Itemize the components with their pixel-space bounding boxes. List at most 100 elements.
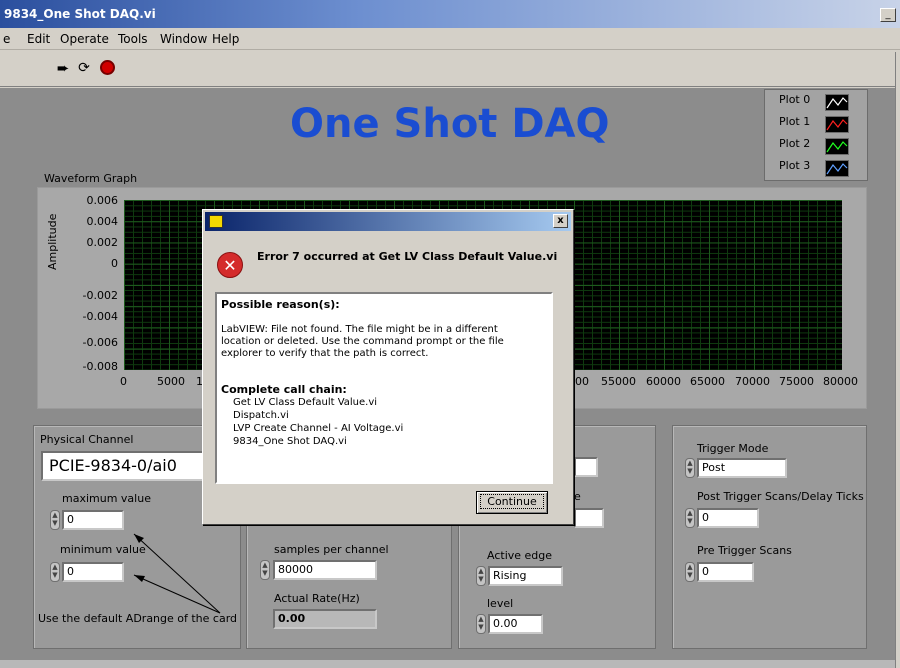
call-chain-item: LVP Create Channel - AI Voltage.vi: [233, 423, 404, 434]
active-edge-select[interactable]: Rising: [488, 566, 563, 586]
samples-label: samples per channel: [274, 543, 389, 556]
trigger-source-field[interactable]: [574, 457, 598, 477]
annotation-arrows: [133, 533, 221, 614]
actual-rate-indicator: 0.00: [273, 609, 377, 629]
legend-label: Plot 3: [779, 159, 811, 172]
trigger-edge-label-fragment: e: [574, 490, 581, 503]
y-tick: 0.004: [86, 215, 119, 228]
reason-title: Possible reason(s):: [221, 298, 340, 311]
legend-plot-3[interactable]: Plot 3: [779, 159, 869, 179]
menu-file[interactable]: e: [3, 32, 10, 46]
level-stepper-icon[interactable]: ▲ ▼: [476, 614, 486, 634]
minimize-button[interactable]: _: [880, 8, 896, 22]
menu-tools[interactable]: Tools: [118, 32, 148, 46]
trigger-mode-select[interactable]: Post: [697, 458, 787, 478]
x-tick: 00: [575, 375, 589, 388]
plot-1-swatch-icon: [825, 116, 849, 133]
samples-stepper-icon[interactable]: ▲ ▼: [260, 560, 270, 580]
plot-legend[interactable]: Plot 0 Plot 1 Plot 2 Plot 3: [764, 89, 868, 181]
x-tick: 5000: [157, 375, 185, 388]
pre-trigger-field[interactable]: 0: [697, 562, 754, 582]
error-icon: ✕: [217, 252, 243, 278]
x-tick: 80000: [823, 375, 858, 388]
window-title: 9834_One Shot DAQ.vi: [4, 7, 156, 21]
active-edge-stepper-icon[interactable]: ▲ ▼: [476, 566, 486, 586]
menu-bar: e Edit Operate Tools Window Help: [0, 28, 900, 50]
scroll-down-icon[interactable]: ▼: [552, 465, 553, 481]
legend-plot-2[interactable]: Plot 2: [779, 137, 869, 157]
x-tick: 60000: [646, 375, 681, 388]
plot-2-swatch-icon: [825, 138, 849, 155]
abort-stop-icon[interactable]: [98, 59, 116, 77]
y-tick: 0: [111, 257, 118, 270]
pre-trigger-label: Pre Trigger Scans: [697, 544, 792, 557]
y-tick: -0.004: [82, 310, 118, 323]
y-tick: -0.002: [82, 289, 118, 302]
dialog-title-bar: x: [205, 212, 571, 231]
samples-field[interactable]: 80000: [273, 560, 377, 580]
plot-0-swatch-icon: [825, 94, 849, 111]
toolbar: ➨ ⟳: [0, 51, 900, 87]
reason-text: LabVIEW: File not found. The file might …: [221, 324, 504, 359]
pre-trigger-stepper-icon[interactable]: ▲ ▼: [685, 562, 695, 582]
run-continuous-icon[interactable]: ⟳: [75, 59, 93, 77]
scroll-up-icon[interactable]: ▲: [552, 294, 553, 310]
continue-button[interactable]: Continue: [476, 491, 548, 514]
legend-label: Plot 1: [779, 115, 811, 128]
graph-label: Waveform Graph: [44, 172, 138, 185]
min-stepper-icon[interactable]: ▲ ▼: [50, 562, 60, 582]
y-tick: 0.002: [86, 236, 119, 249]
level-field[interactable]: 0.00: [488, 614, 543, 634]
post-trigger-field[interactable]: 0: [697, 508, 759, 528]
actual-rate-label: Actual Rate(Hz): [274, 592, 360, 605]
vertical-scrollbar[interactable]: [895, 52, 900, 668]
run-arrow-icon[interactable]: ➨: [54, 59, 72, 77]
post-trigger-stepper-icon[interactable]: ▲ ▼: [685, 508, 695, 528]
call-chain-item: Dispatch.vi: [233, 410, 289, 421]
active-edge-label: Active edge: [487, 549, 553, 562]
window-title-bar: 9834_One Shot DAQ.vi _: [0, 0, 900, 28]
trigger-mode-stepper-icon[interactable]: ▲ ▼: [685, 458, 695, 478]
trigger-mode-label: Trigger Mode: [697, 442, 769, 455]
max-value-label: maximum value: [62, 492, 151, 505]
menu-help[interactable]: Help: [212, 32, 239, 46]
physical-channel-field[interactable]: PCIE-9834-0/ai0: [41, 451, 206, 481]
x-tick: 70000: [735, 375, 770, 388]
error-dialog: x ✕ Error 7 occurred at Get LV Class Def…: [202, 209, 574, 525]
legend-label: Plot 2: [779, 137, 811, 150]
call-chain-item: 9834_One Shot DAQ.vi: [233, 436, 347, 447]
panel-title: One Shot DAQ: [290, 101, 610, 147]
menu-operate[interactable]: Operate: [60, 32, 109, 46]
panel-bottom-edge: [0, 660, 895, 668]
x-tick: 65000: [690, 375, 725, 388]
call-chain-item: Get LV Class Default Value.vi: [233, 397, 378, 408]
x-tick: 75000: [779, 375, 814, 388]
post-trigger-label: Post Trigger Scans/Delay Ticks: [697, 490, 864, 503]
plot-3-swatch-icon: [825, 160, 849, 177]
y-tick: -0.006: [82, 336, 118, 349]
scroll-thumb[interactable]: [552, 310, 553, 410]
dialog-close-button[interactable]: x: [553, 214, 568, 228]
call-chain-list: Get LV Class Default Value.vi Dispatch.v…: [221, 396, 547, 448]
level-label: level: [487, 597, 514, 610]
y-tick: -0.008: [82, 360, 118, 373]
continue-label: Continue: [480, 494, 544, 509]
error-details-textbox[interactable]: Possible reason(s): LabVIEW: File not fo…: [215, 292, 553, 484]
physical-channel-label: Physical Channel: [40, 433, 134, 446]
max-stepper-icon[interactable]: ▲ ▼: [50, 510, 60, 530]
legend-label: Plot 0: [779, 93, 811, 106]
labview-icon: [209, 215, 223, 228]
menu-edit[interactable]: Edit: [27, 32, 50, 46]
trigger-edge-field[interactable]: [574, 508, 604, 528]
details-scrollbar[interactable]: ▲ ▼: [551, 294, 553, 482]
legend-plot-1[interactable]: Plot 1: [779, 115, 869, 135]
x-tick: 0: [120, 375, 127, 388]
min-value-field[interactable]: 0: [62, 562, 124, 582]
x-tick: 55000: [601, 375, 636, 388]
max-value-field[interactable]: 0: [62, 510, 124, 530]
chain-title: Complete call chain:: [221, 383, 347, 396]
legend-plot-0[interactable]: Plot 0: [779, 93, 869, 113]
y-tick: 0.006: [86, 194, 119, 207]
error-heading: Error 7 occurred at Get LV Class Default…: [257, 250, 558, 263]
menu-window[interactable]: Window: [160, 32, 207, 46]
